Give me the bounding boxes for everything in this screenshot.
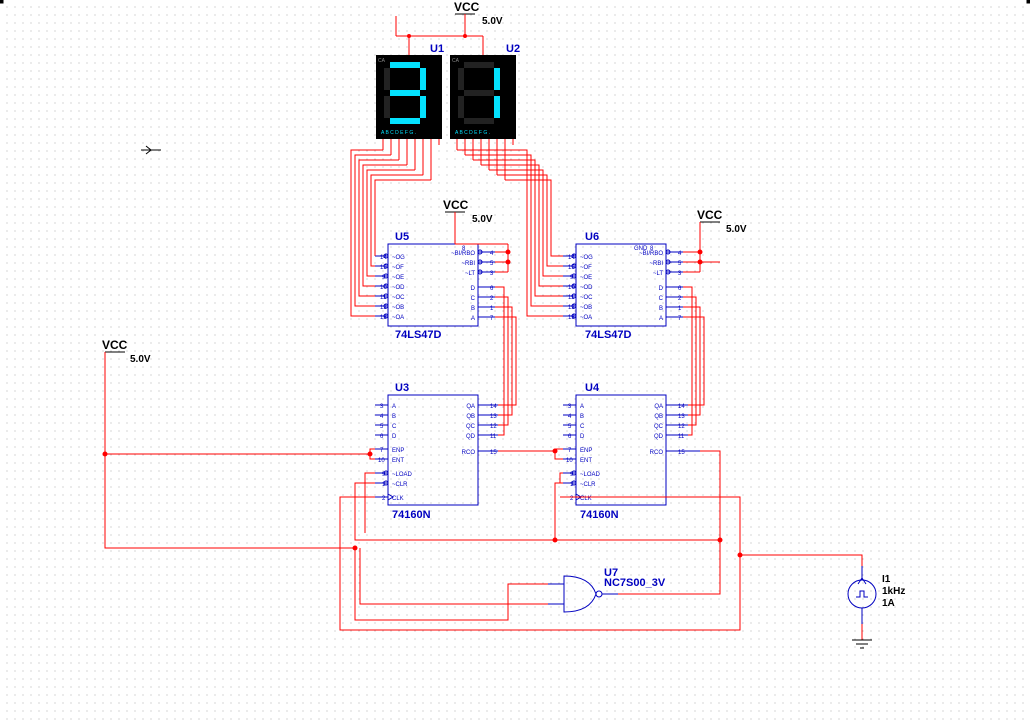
wires-rco-u4 [498, 449, 563, 459]
vcc-u6: VCC 5.0V [697, 208, 747, 262]
svg-text:~LOAD: ~LOAD [580, 472, 601, 478]
svg-text:U5: U5 [395, 231, 409, 243]
svg-text:~OE: ~OE [580, 275, 592, 281]
svg-text:VCC: VCC [102, 338, 128, 352]
svg-text:A B C D E F G .: A B C D E F G . [455, 130, 490, 136]
svg-text:A: A [659, 316, 663, 322]
svg-text:~OD: ~OD [580, 285, 593, 291]
wires-u4-u6 [683, 287, 704, 435]
svg-text:QA: QA [466, 404, 475, 410]
wires-u1-u5 [351, 150, 431, 316]
svg-text:1A: 1A [882, 598, 895, 609]
svg-text:A: A [392, 404, 396, 410]
svg-text:B: B [392, 414, 396, 420]
svg-text:~LT: ~LT [465, 271, 475, 277]
svg-text:~OG: ~OG [392, 255, 405, 261]
svg-text:B: B [580, 414, 584, 420]
svg-text:D: D [580, 434, 585, 440]
ic-u7: U7 NC7S00_3V [548, 567, 666, 612]
svg-text:QD: QD [654, 434, 664, 440]
svg-text:~OF: ~OF [392, 265, 404, 271]
svg-text:C: C [392, 424, 397, 430]
svg-text:RCO: RCO [650, 450, 664, 456]
svg-text:74160N: 74160N [580, 509, 619, 521]
svg-text:C: C [659, 296, 664, 302]
svg-text:QA: QA [654, 404, 663, 410]
svg-text:~OB: ~OB [580, 305, 592, 311]
svg-text:A B C D E F G .: A B C D E F G . [381, 130, 416, 136]
svg-text:D: D [659, 286, 664, 292]
vcc-mid: VCC 5.0V [443, 198, 493, 225]
u2-ref: U2 [506, 43, 520, 55]
u1-ref: U1 [430, 43, 444, 55]
ic-u4: U4 74160N A3 B4 C5 D6 ENP7 ENT10 ~LOAD9 … [563, 382, 700, 521]
svg-text:5.0V: 5.0V [130, 354, 151, 365]
display-u1: CA A B C D E F G . [376, 55, 442, 139]
wires-u7 [353, 483, 722, 620]
svg-text:QB: QB [654, 414, 663, 420]
svg-text:A: A [471, 316, 475, 322]
svg-text:B: B [471, 306, 475, 312]
svg-text:A: A [580, 404, 584, 410]
svg-text:~CLR: ~CLR [580, 482, 596, 488]
svg-text:C: C [580, 424, 585, 430]
ic-u6: U6 74LS47D ~OG14 ~OF15 ~OE9 ~OD10 ~OC11 … [563, 231, 683, 341]
svg-text:GND: GND [634, 246, 648, 252]
svg-text:QC: QC [654, 424, 664, 430]
svg-text:~LT: ~LT [653, 271, 663, 277]
svg-text:~RBI: ~RBI [649, 261, 663, 267]
display-u2: CA A B C D E F G . [450, 55, 516, 139]
svg-text:74LS47D: 74LS47D [585, 329, 632, 341]
svg-text:CA: CA [452, 58, 460, 64]
svg-text:U4: U4 [585, 382, 600, 394]
svg-text:VCC: VCC [697, 208, 723, 222]
svg-text:U3: U3 [395, 382, 409, 394]
svg-text:~OF: ~OF [580, 265, 592, 271]
svg-text:VCC: VCC [443, 198, 469, 212]
svg-text:ENT: ENT [580, 458, 592, 464]
vcc-left: VCC 5.0V [102, 338, 151, 454]
svg-text:ENT: ENT [392, 458, 404, 464]
svg-text:1kHz: 1kHz [882, 586, 905, 597]
svg-text:NC7S00_3V: NC7S00_3V [604, 577, 666, 589]
wires-vcc-enp [103, 449, 375, 548]
vcc-top: VCC 5.0V [396, 0, 503, 38]
svg-text:5.0V: 5.0V [482, 16, 503, 27]
svg-text:~OG: ~OG [580, 255, 593, 261]
svg-text:~OE: ~OE [392, 275, 404, 281]
svg-text:~RBI: ~RBI [461, 261, 475, 267]
svg-text:B: B [659, 306, 663, 312]
svg-text:D: D [471, 286, 476, 292]
svg-text:~OD: ~OD [392, 285, 405, 291]
svg-text:~OC: ~OC [580, 295, 593, 301]
svg-text:74160N: 74160N [392, 509, 431, 521]
svg-text:ENP: ENP [580, 448, 592, 454]
wires-u3-u5 [495, 287, 516, 435]
svg-text:QB: QB [466, 414, 475, 420]
svg-text:ENP: ENP [392, 448, 404, 454]
svg-text:RCO: RCO [462, 450, 476, 456]
svg-text:~CLR: ~CLR [392, 482, 408, 488]
ground-mark-left [141, 146, 161, 154]
svg-text:~LOAD: ~LOAD [392, 472, 413, 478]
svg-text:U6: U6 [585, 231, 599, 243]
source-i1: I1 1kHz 1A [848, 566, 905, 648]
svg-text:~OB: ~OB [392, 305, 404, 311]
svg-text:C: C [471, 296, 476, 302]
svg-text:5.0V: 5.0V [726, 224, 747, 235]
svg-text:~OC: ~OC [392, 295, 405, 301]
ic-u5: U5 74LS47D ~OG14 ~OF15 ~OE9 ~OD10 ~OC11 … [375, 231, 495, 341]
svg-text:I1: I1 [882, 574, 891, 585]
ic-u3: U3 74160N A3 B4 C5 D6 ENP7 ENT10 ~LOAD9 … [375, 382, 498, 521]
svg-text:QC: QC [466, 424, 476, 430]
svg-text:D: D [392, 434, 397, 440]
svg-text:QD: QD [466, 434, 476, 440]
svg-text:CA: CA [378, 58, 386, 64]
svg-text:~OA: ~OA [392, 315, 404, 321]
svg-text:VCC: VCC [454, 0, 480, 14]
svg-text:~OA: ~OA [580, 315, 592, 321]
svg-text:74LS47D: 74LS47D [395, 329, 442, 341]
svg-text:5.0V: 5.0V [472, 214, 493, 225]
